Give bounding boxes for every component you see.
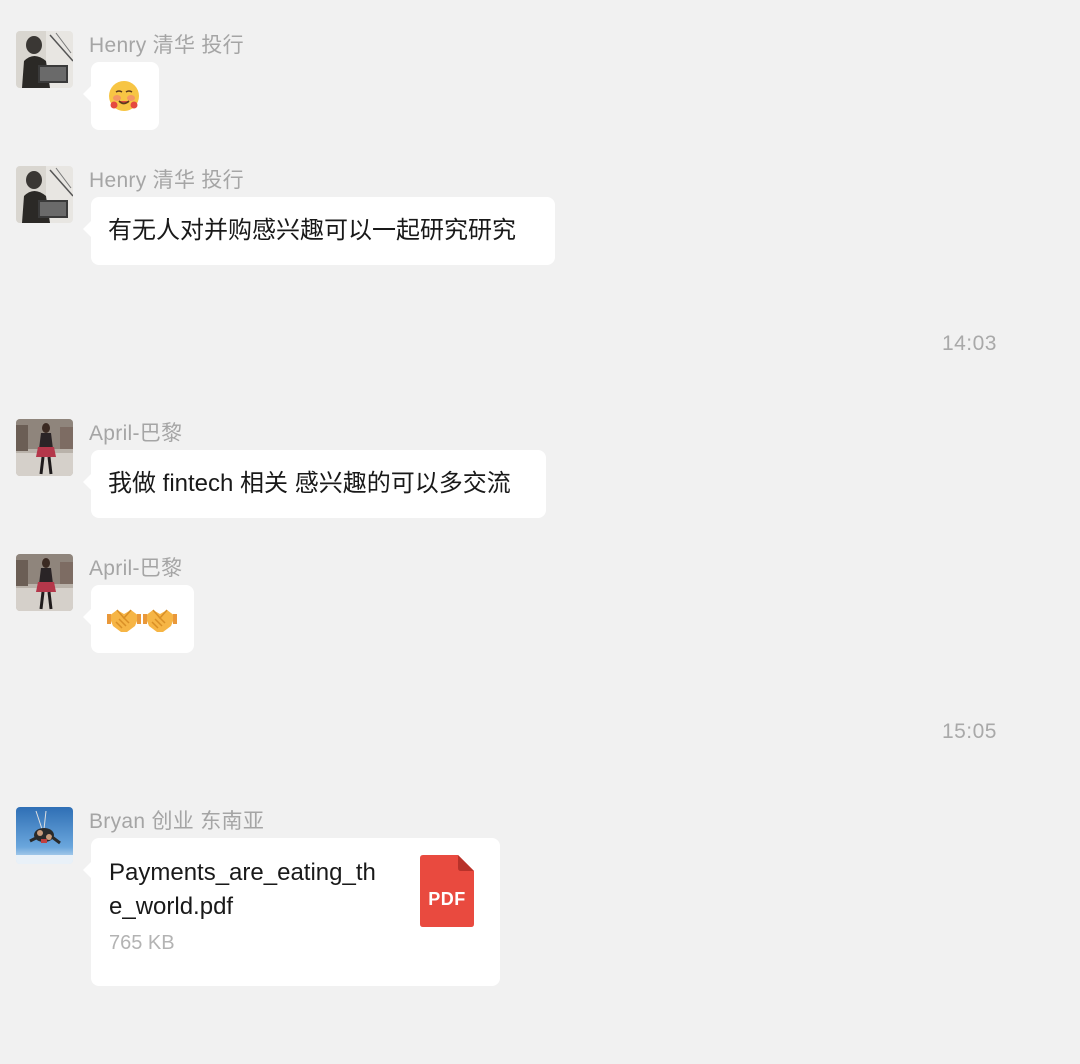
file-name: Payments_are_eating_the_world.pdf: [109, 859, 376, 920]
sender-name: Henry 清华 投行: [89, 169, 244, 192]
sender-name: April-巴黎: [89, 422, 183, 445]
file-attachment-card[interactable]: Payments_are_eating_the_world.pdf 765 KB…: [83, 838, 500, 986]
april-avatar[interactable]: [16, 419, 73, 476]
message-bubble[interactable]: 有无人对并购感兴趣可以一起研究研究: [83, 197, 555, 265]
message-text: 有无人对并购感兴趣可以一起研究研究: [108, 217, 516, 244]
bryan-avatar[interactable]: [16, 807, 73, 864]
handshake-icon: [107, 605, 141, 633]
pdf-icon-label: PDF: [428, 889, 466, 909]
timestamp: 15:05: [941, 720, 997, 743]
timestamp: 14:03: [941, 332, 997, 355]
sender-name: April-巴黎: [89, 557, 183, 580]
emoji-face-icon: [107, 79, 141, 113]
pdf-file-icon: PDF: [420, 855, 474, 927]
sender-name: Henry 清华 投行: [89, 34, 244, 57]
henry-avatar[interactable]: [16, 31, 73, 88]
file-size: 765 KB: [109, 932, 175, 954]
sender-name: Bryan 创业 东南亚: [89, 810, 265, 833]
message-bubble[interactable]: [83, 585, 194, 653]
henry-avatar[interactable]: [16, 166, 73, 223]
handshake-icon: [143, 605, 177, 633]
message-text: 我做 fintech 相关 感兴趣的可以多交流: [108, 470, 511, 497]
april-avatar[interactable]: [16, 554, 73, 611]
message-bubble[interactable]: [83, 62, 159, 130]
message-bubble[interactable]: 我做 fintech 相关 感兴趣的可以多交流: [83, 450, 546, 518]
